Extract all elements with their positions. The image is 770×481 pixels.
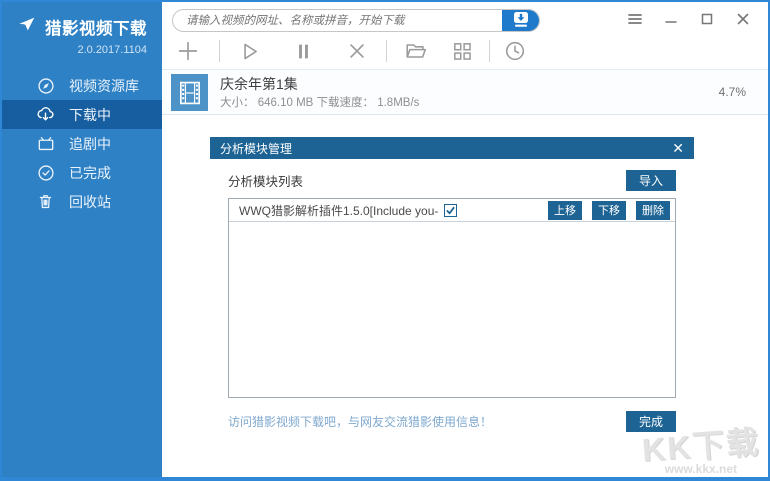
folder-icon[interactable]: [403, 38, 429, 64]
sidebar-menu: 视频资源库 下载中 追剧中 已完成 回收站: [2, 71, 162, 216]
cloud-download-icon: [35, 104, 56, 125]
add-icon[interactable]: [175, 38, 201, 64]
film-icon: [171, 74, 208, 111]
plugin-checkbox[interactable]: [444, 203, 458, 217]
toolbar-separator: [386, 40, 387, 62]
search-input[interactable]: [173, 10, 502, 31]
tv-icon: [35, 133, 56, 154]
sidebar-item-video-library[interactable]: 视频资源库: [2, 71, 162, 100]
app-brand: 猎影视频下载: [2, 2, 162, 40]
window-controls: [627, 11, 751, 27]
dialog-body: 分析模块列表 导入 WWQ猎影解析插件1.5.0[Include you- 上移…: [210, 170, 694, 432]
download-title: 庆余年第1集: [220, 76, 298, 92]
play-icon[interactable]: [236, 38, 262, 64]
analysis-module-dialog: 分析模块管理 ✕ 分析模块列表 导入 WWQ猎影解析插件1.5.0[Includ…: [210, 137, 694, 432]
move-up-button[interactable]: 上移: [548, 200, 582, 220]
dialog-close-icon[interactable]: ✕: [672, 141, 684, 155]
delete-plugin-button[interactable]: 删除: [636, 200, 670, 220]
import-button[interactable]: 导入: [626, 170, 676, 191]
toolbar-separator: [219, 40, 220, 62]
history-icon[interactable]: [502, 38, 528, 64]
app-logo-icon: [15, 13, 37, 40]
app-version: 2.0.2017.1104: [77, 44, 147, 56]
dialog-titlebar: 分析模块管理 ✕: [210, 137, 694, 159]
trash-icon: [35, 191, 56, 212]
sidebar-item-completed[interactable]: 已完成: [2, 158, 162, 187]
sidebar-item-label: 追剧中: [69, 135, 111, 152]
app-title: 猎影视频下载: [45, 19, 147, 38]
sidebar-item-series[interactable]: 追剧中: [2, 129, 162, 158]
pause-icon[interactable]: [290, 38, 316, 64]
main-area: 庆余年第1集 大小： 646.10 MB 下载速度： 1.8MB/s 4.7% …: [162, 2, 768, 477]
download-progress: 4.7%: [718, 85, 746, 99]
sidebar-item-downloading[interactable]: 下载中: [2, 100, 162, 129]
search-bar: [172, 9, 540, 32]
minimize-icon[interactable]: [663, 11, 679, 27]
plugin-row[interactable]: WWQ猎影解析插件1.5.0[Include you- 上移 下移 删除: [229, 199, 675, 222]
maximize-icon[interactable]: [699, 11, 715, 27]
search-download-button[interactable]: [502, 10, 539, 31]
sidebar-item-label: 视频资源库: [69, 77, 139, 94]
download-icon: [511, 10, 531, 31]
download-meta: 大小： 646.10 MB 下载速度： 1.8MB/s: [220, 97, 420, 109]
dialog-title: 分析模块管理: [220, 141, 293, 156]
move-down-button[interactable]: 下移: [592, 200, 626, 220]
sidebar-item-recycle-bin[interactable]: 回收站: [2, 187, 162, 216]
check-circle-icon: [35, 162, 56, 183]
toolbar: [175, 36, 528, 66]
dialog-footer: 访问猎影视频下载吧，与网友交流猎影使用信息！ 完成: [228, 411, 676, 432]
sidebar-item-label: 下载中: [69, 106, 111, 123]
app-window: 猎影视频下载 2.0.2017.1104 视频资源库 下载中 追剧中 已完成 回…: [0, 0, 770, 481]
sidebar: 猎影视频下载 2.0.2017.1104 视频资源库 下载中 追剧中 已完成 回…: [2, 2, 162, 477]
compass-icon: [35, 75, 56, 96]
module-list-label: 分析模块列表: [228, 175, 304, 189]
module-list: WWQ猎影解析插件1.5.0[Include you- 上移 下移 删除: [228, 198, 676, 398]
delete-icon[interactable]: [344, 38, 370, 64]
download-item-row[interactable]: 庆余年第1集 大小： 646.10 MB 下载速度： 1.8MB/s 4.7%: [162, 69, 768, 115]
menu-icon[interactable]: [627, 11, 643, 27]
plugin-name: WWQ猎影解析插件1.5.0[Include you-: [239, 203, 439, 218]
sidebar-item-label: 已完成: [69, 164, 111, 181]
grid-icon[interactable]: [449, 38, 475, 64]
community-link[interactable]: 访问猎影视频下载吧，与网友交流猎影使用信息！: [228, 413, 492, 430]
done-button[interactable]: 完成: [626, 411, 676, 432]
toolbar-separator: [489, 40, 490, 62]
close-icon[interactable]: [735, 11, 751, 27]
list-label-row: 分析模块列表 导入: [228, 170, 676, 191]
sidebar-item-label: 回收站: [69, 193, 111, 210]
